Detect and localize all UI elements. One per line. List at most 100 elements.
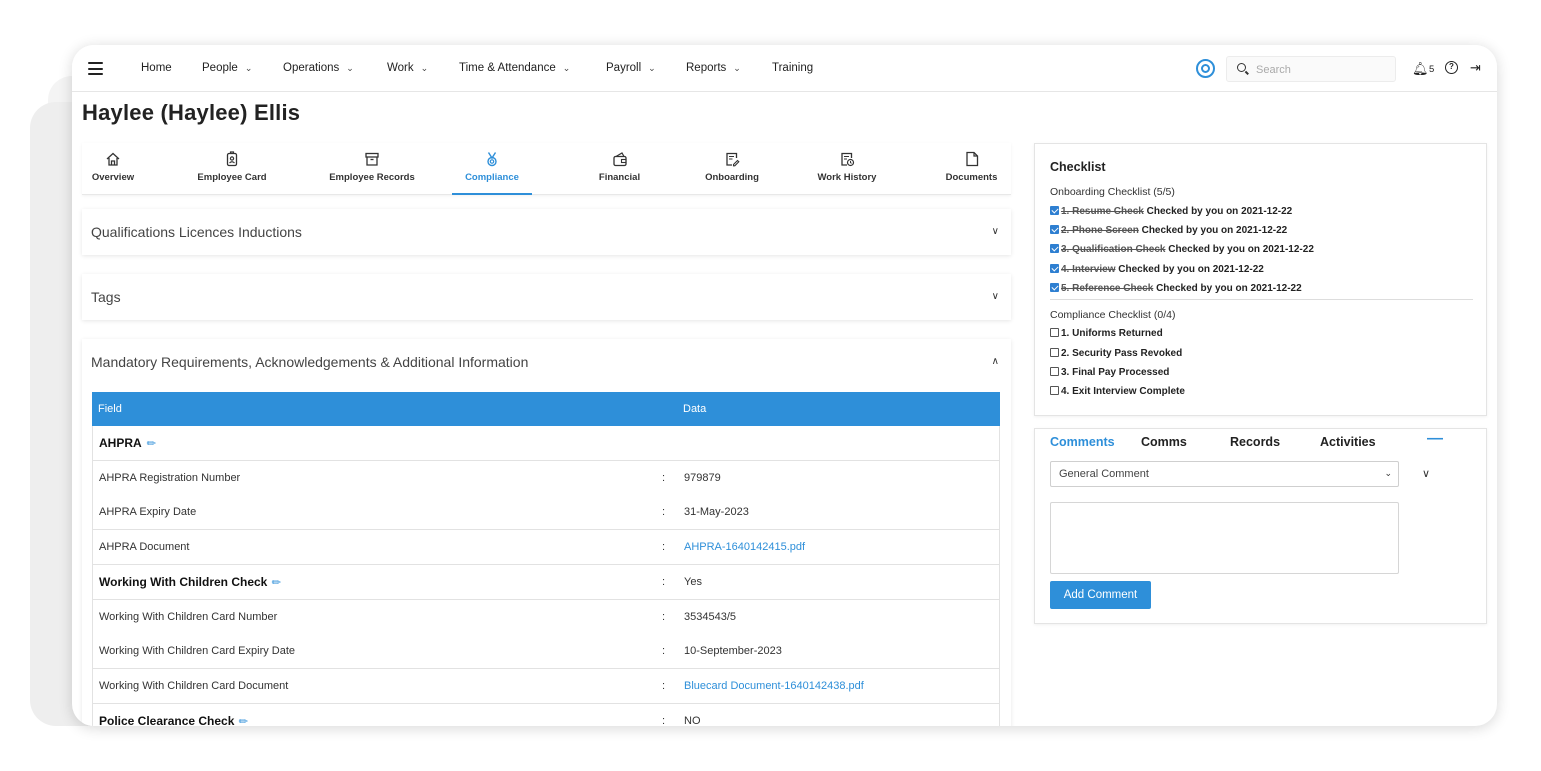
nav-item-training[interactable]: Training [772,62,813,74]
tab-employee-card[interactable]: Employee Card [182,143,282,195]
comment-tab-comms[interactable]: Comms [1141,435,1187,449]
comment-type-value: General Comment [1059,468,1149,480]
employee-tabs: Overview Employee Card Employee Records Com… [82,143,1011,195]
wallet-icon [612,152,627,167]
tab-employee-records[interactable]: Employee Records [312,143,432,195]
checklist-item-note: Checked by you on 2021-12-22 [1156,283,1302,294]
menu-icon[interactable] [88,62,103,75]
nav-item-people[interactable]: People ⌄ [202,62,252,74]
edit-pencil-icon[interactable]: ✎ [236,713,252,726]
onboarding-checklist-item: 3. Qualification Check Checked by you on… [1050,244,1314,255]
comment-textarea[interactable] [1050,502,1399,574]
nav-item-home[interactable]: Home [141,62,172,74]
collapse-icon[interactable]: — [1427,430,1443,448]
nav-item-label: Payroll [606,62,642,74]
checklist-item-note: Checked by you on 2021-12-22 [1168,244,1314,255]
compliance-checklist-title: Compliance Checklist (0/4) [1050,309,1176,321]
nav-item-time-attendance[interactable]: Time & Attendance ⌄ [459,62,570,74]
chevron-down-icon: ⌄ [733,63,741,73]
separator: : [662,679,666,692]
comment-tab-comments[interactable]: Comments [1050,435,1115,449]
checkbox[interactable] [1050,386,1059,395]
checkbox[interactable] [1050,264,1059,273]
checkbox[interactable] [1050,225,1059,234]
edit-pencil-icon[interactable]: ✎ [143,436,159,451]
section-qualifications[interactable]: Qualifications Licences Inductions ∨ [82,209,1011,255]
checklist-item-name: 3. Final Pay Processed [1061,367,1170,378]
field-text: Working With Children Card Number [99,610,278,623]
help-icon[interactable]: ? [1445,61,1458,74]
tab-label: Overview [91,172,135,183]
comment-tab-records[interactable]: Records [1230,435,1280,449]
checklist-item-name: 4. Interview [1061,264,1116,275]
section-tags[interactable]: Tags ∨ [82,274,1011,320]
tab-label: Work History [817,172,877,183]
field-value: 979879 [684,471,721,484]
tab-label: Onboarding [705,172,759,183]
chevron-down-icon[interactable]: ∨ [992,226,999,237]
checkbox[interactable] [1050,328,1059,337]
chevron-down-icon: ⌄ [648,63,656,73]
logout-icon[interactable]: ⇥ [1470,60,1481,76]
edit-pencil-icon[interactable]: ✎ [269,574,285,590]
onboarding-checklist-item: 2. Phone Screen Checked by you on 2021-1… [1050,225,1287,236]
chevron-down-icon: ⌄ [244,63,253,73]
field-text: Working With Children Check [99,574,268,589]
table-header: Field Data [92,392,1000,426]
chevron-down-icon: ⌄ [562,63,571,73]
id-badge-icon [226,151,238,167]
nav-item-work[interactable]: Work ⌄ [387,62,428,74]
separator: : [662,541,666,554]
expand-chevron-icon[interactable]: ∨ [1422,467,1430,480]
edit-document-icon [726,152,740,167]
search-input[interactable] [1256,61,1391,78]
document-link[interactable]: AHPRA-1640142415.pdf [684,541,805,553]
field-value: 3534543/5 [684,610,736,623]
add-comment-button[interactable]: Add Comment [1050,581,1151,609]
nav-item-payroll[interactable]: Payroll ⌄ [606,62,656,74]
field-text: Police Clearance Check [99,713,235,726]
tab-onboarding[interactable]: Onboarding [692,143,772,195]
field-value: 31-May-2023 [684,506,749,519]
checkbox[interactable] [1050,283,1059,292]
separator: : [662,471,666,484]
bell-icon[interactable]: 🔔︎ [1412,61,1429,77]
nav-item-reports[interactable]: Reports ⌄ [686,62,741,74]
tab-label: Compliance [465,172,519,183]
checkbox[interactable] [1050,348,1059,357]
checkbox[interactable] [1050,206,1059,215]
comment-tab-activities[interactable]: Activities [1320,435,1376,449]
archive-box-icon [365,152,379,166]
tab-work-history[interactable]: Work History [802,143,892,195]
search-box[interactable] [1226,56,1396,82]
checkbox[interactable] [1050,244,1059,253]
field-value: Yes [684,575,702,588]
table-row: Working With Children Card Expiry Date: 1… [92,634,1000,670]
tab-label: Documents [945,172,998,183]
separator: : [662,645,666,658]
tab-documents[interactable]: Documents [932,143,1011,195]
comment-type-select[interactable]: General Comment ⌄ [1050,461,1399,487]
checkbox[interactable] [1050,367,1059,376]
chevron-down-icon: ⌄ [346,63,354,73]
field-label: AHPRA Document [99,541,189,553]
tab-compliance[interactable]: Compliance [452,143,532,195]
onboarding-checklist-item: 1. Resume Check Checked by you on 2021-1… [1050,206,1292,217]
document-icon [965,151,978,167]
chevron-down-icon: ⌄ [420,63,429,73]
app-window: Home People ⌄ Operations ⌄ Work ⌄ Time & Attend… [72,45,1497,726]
nav-item-operations[interactable]: Operations ⌄ [283,62,354,74]
nav-item-label: Time & Attendance [459,62,556,74]
tab-financial[interactable]: Financial [582,143,657,195]
section-title: Qualifications Licences Inductions [91,224,302,240]
document-link[interactable]: Bluecard Document-1640142438.pdf [684,680,864,692]
history-document-icon [841,152,855,167]
tab-overview[interactable]: Overview [82,143,144,195]
checklist-panel: Checklist Onboarding Checklist (5/5) 1. … [1034,143,1487,416]
checklist-item-name: 2. Phone Screen [1061,225,1139,236]
checklist-item-name: 2. Security Pass Revoked [1061,348,1183,359]
tab-label: Employee Card [197,172,267,183]
chevron-down-icon[interactable]: ∨ [992,291,999,302]
chevron-up-icon[interactable]: ∧ [992,356,999,367]
comments-panel: Comments Comms Records Activities — General… [1034,428,1487,624]
